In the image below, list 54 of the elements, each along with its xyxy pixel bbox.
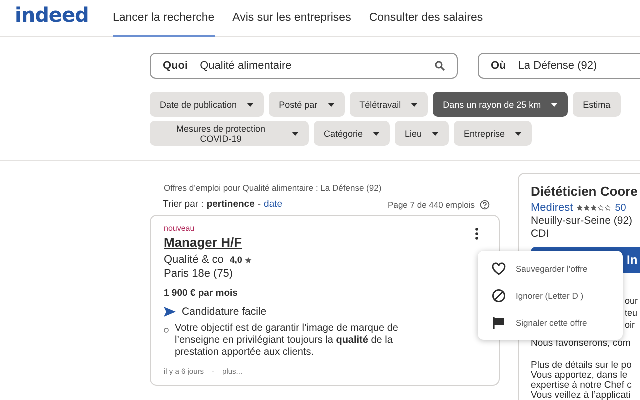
filter-button[interactable]: Dans un rayon de 25 km xyxy=(433,92,568,117)
location-field[interactable]: Où La Défense (92) xyxy=(478,53,640,79)
filter-button[interactable]: Entreprise xyxy=(454,121,532,146)
filter-button[interactable]: Posté par xyxy=(269,92,345,117)
job-location: Paris 18e (75) xyxy=(164,268,234,280)
filter-button[interactable]: Date de publication xyxy=(150,92,264,117)
send-icon xyxy=(164,307,176,317)
filter-button[interactable]: Lieu xyxy=(395,121,450,146)
nav-tab[interactable]: Lancer la recherche xyxy=(113,0,215,37)
help-icon xyxy=(480,200,490,210)
filter-button[interactable]: Mesures de protection COVID-19 xyxy=(150,121,309,146)
description-text: Vous apportez, dans le xyxy=(531,371,629,381)
more-options-icon[interactable] xyxy=(475,228,479,240)
review-count[interactable]: 50 xyxy=(615,202,626,214)
description-text: Vous veillez à l’applicati xyxy=(531,391,632,400)
description-text: teu xyxy=(625,307,639,319)
description-text: expertise à notre Chef c xyxy=(531,381,633,391)
detail-job-title: Diététicien Coore xyxy=(531,184,639,199)
filter-button[interactable]: Télétravail xyxy=(350,92,428,117)
filter-button[interactable]: Estima xyxy=(573,92,621,117)
detail-location: Neuilly-sur-Seine (92) xyxy=(531,215,634,227)
nav-tab[interactable]: Consulter des salaires xyxy=(369,0,484,37)
contract-type: CDI xyxy=(531,228,550,240)
menu-item[interactable]: Signaler cette offre xyxy=(478,309,623,336)
easy-apply-label: Candidature facile xyxy=(182,306,267,318)
page-info: Page 7 de 440 emplois xyxy=(388,200,475,210)
sort-option[interactable]: pertinence xyxy=(206,199,255,210)
separator: - xyxy=(258,199,262,210)
nav-tab[interactable]: Avis sur les entreprises xyxy=(232,0,352,37)
flag-icon xyxy=(492,316,506,330)
description-text: Nous favoriserons, com xyxy=(531,339,632,349)
bullet-icon xyxy=(164,328,169,333)
menu-item[interactable]: Ignorer (Letter D ) xyxy=(478,282,623,309)
sort-label: Trier par : xyxy=(163,199,204,210)
new-label: nouveau xyxy=(164,224,196,233)
logo[interactable]: indeed xyxy=(15,3,99,27)
heart-icon xyxy=(492,262,506,276)
job-search-field[interactable]: Quoi Qualité alimentaire xyxy=(150,53,458,79)
job-title[interactable]: Manager H/F xyxy=(164,235,242,250)
block-icon xyxy=(492,288,506,302)
description-text: our xyxy=(625,295,640,307)
company-name: Qualité & co xyxy=(164,254,224,266)
menu-item[interactable]: Sauvegarder l’offre xyxy=(478,255,623,282)
job-snippet: Votre objectif est de garantir l’image de marque de l’enseigne en privilégiant toujours la qualité de la prestation apportée aux clients. xyxy=(175,323,400,359)
sort-option[interactable]: date xyxy=(264,199,283,210)
company-rating: 4,0 xyxy=(230,255,242,265)
search-icon xyxy=(435,61,445,71)
company-link[interactable]: Medirest xyxy=(531,202,574,214)
results-heading: Offres d’emploi pour Qualité alimentaire : La Défense (92) xyxy=(164,183,383,193)
star-icon xyxy=(245,256,252,264)
description-text: Plus de détails sur le po xyxy=(531,361,633,371)
salary: 1 900 € par mois xyxy=(164,288,239,299)
description-text: oir xyxy=(625,319,636,331)
filter-button[interactable]: Catégorie xyxy=(314,121,390,146)
